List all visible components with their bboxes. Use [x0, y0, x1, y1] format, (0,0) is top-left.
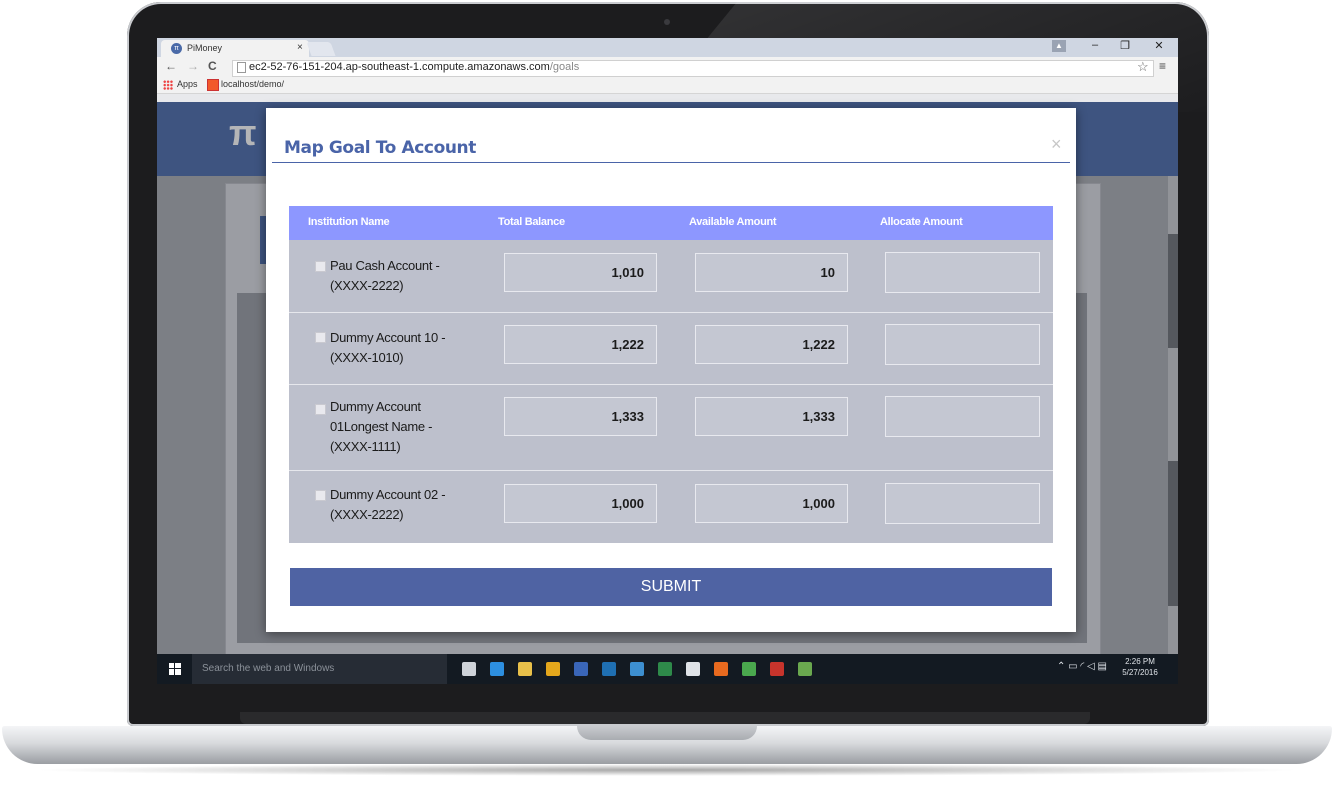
available-amount-field: 1,333	[695, 397, 848, 436]
browser-tab[interactable]: π PiMoney ×	[161, 40, 309, 57]
store-icon[interactable]	[686, 662, 700, 676]
available-amount-field: 1,222	[695, 325, 848, 364]
minimize-button[interactable]: –	[1085, 39, 1105, 51]
account-checkbox[interactable]	[315, 261, 326, 272]
table-row: Dummy Account 02 - (XXXX-2222) 1,000 1,0…	[289, 471, 1053, 543]
page-icon	[237, 62, 246, 73]
column-header-institution: Institution Name	[308, 216, 390, 228]
url-path: /goals	[549, 61, 580, 73]
taskbar-clock[interactable]: 2:26 PM 5/27/2016	[1119, 656, 1161, 678]
account-checkbox[interactable]	[315, 490, 326, 501]
total-balance-field: 1,333	[504, 397, 657, 436]
webcam	[664, 19, 670, 25]
tab-close-icon[interactable]: ×	[297, 42, 303, 53]
app-icon[interactable]	[742, 662, 756, 676]
table-header: Institution Name Total Balance Available…	[289, 206, 1053, 240]
bookmark-star-icon[interactable]: ☆	[1137, 59, 1149, 75]
url-input[interactable]: ec2-52-76-151-204.ap-southeast-1.compute…	[232, 60, 1154, 77]
profile-icon[interactable]: ▲	[1052, 40, 1066, 52]
bookmarks-bar: Apps localhost/demo/	[157, 77, 1178, 94]
laptop-notch	[577, 726, 757, 740]
app-icon[interactable]	[630, 662, 644, 676]
localhost-icon	[207, 79, 219, 91]
back-icon[interactable]: ←	[165, 59, 177, 73]
windows-start-icon[interactable]	[169, 663, 181, 675]
clock-date: 5/27/2016	[1122, 668, 1158, 677]
laptop-shadow	[30, 764, 1304, 776]
screen: π PiMoney × ▲ – ❐ ✕ ← → C ec2-52-76-151-…	[157, 38, 1178, 684]
clock-time: 2:26 PM	[1125, 657, 1155, 666]
windows-taskbar: Search the web and Windows ⌃ ▭ ◜ ◁ ▤ 2:2…	[157, 654, 1178, 684]
allocate-amount-input[interactable]	[885, 396, 1040, 437]
column-header-total-balance: Total Balance	[498, 216, 565, 228]
allocate-amount-input[interactable]	[885, 324, 1040, 365]
tab-bar: π PiMoney × ▲ – ❐ ✕	[157, 38, 1178, 57]
close-icon[interactable]: ×	[1051, 134, 1062, 155]
account-name: Dummy Account 02 - (XXXX-2222)	[330, 487, 446, 522]
title-divider	[272, 162, 1070, 163]
allocate-amount-input[interactable]	[885, 483, 1040, 524]
filezilla-icon[interactable]	[770, 662, 784, 676]
account-name: Dummy Account 10 - (XXXX-1010)	[330, 330, 446, 365]
account-name: Dummy Account 01Longest Name - (XXXX-111…	[330, 399, 433, 454]
submit-button[interactable]: SUBMIT	[290, 568, 1052, 606]
forward-icon[interactable]: →	[187, 59, 199, 73]
apps-grid-icon[interactable]	[163, 80, 173, 90]
file-explorer-icon[interactable]	[518, 662, 532, 676]
chrome-icon[interactable]	[546, 662, 560, 676]
total-balance-field: 1,222	[504, 325, 657, 364]
bookmark-apps[interactable]: Apps	[177, 79, 198, 89]
system-tray-icons[interactable]: ⌃ ▭ ◜ ◁ ▤	[1057, 661, 1107, 672]
restore-button[interactable]: ❐	[1115, 39, 1135, 52]
firefox-icon[interactable]	[714, 662, 728, 676]
column-header-allocate-amount: Allocate Amount	[880, 216, 963, 228]
available-amount-field: 1,000	[695, 484, 848, 523]
laptop-hinge	[240, 712, 1090, 724]
url-host: ec2-52-76-151-204.ap-southeast-1.compute…	[249, 61, 550, 73]
tab-title: PiMoney	[187, 43, 223, 53]
map-goal-modal: Map Goal To Account × Institution Name T…	[266, 108, 1076, 632]
available-amount-field: 10	[695, 253, 848, 292]
taskbar-search-input[interactable]: Search the web and Windows	[192, 654, 447, 684]
account-name: Pau Cash Account - (XXXX-2222)	[330, 258, 440, 293]
excel-icon[interactable]	[658, 662, 672, 676]
address-bar-row: ← → C ec2-52-76-151-204.ap-southeast-1.c…	[157, 57, 1178, 77]
new-tab-button[interactable]	[306, 42, 336, 56]
photoshop-icon[interactable]	[602, 662, 616, 676]
table-row: Dummy Account 01Longest Name - (XXXX-111…	[289, 385, 1053, 471]
account-checkbox[interactable]	[315, 404, 326, 415]
search-placeholder: Search the web and Windows	[202, 663, 335, 674]
app-icon[interactable]	[798, 662, 812, 676]
total-balance-field: 1,010	[504, 253, 657, 292]
accounts-table: Pau Cash Account - (XXXX-2222) 1,010 10 …	[289, 240, 1053, 543]
edge-icon[interactable]	[490, 662, 504, 676]
table-row: Pau Cash Account - (XXXX-2222) 1,010 10	[289, 240, 1053, 313]
pimoney-favicon-icon: π	[171, 43, 182, 54]
account-checkbox[interactable]	[315, 332, 326, 343]
column-header-available-amount: Available Amount	[689, 216, 777, 228]
table-row: Dummy Account 10 - (XXXX-1010) 1,222 1,2…	[289, 313, 1053, 385]
chrome-menu-icon[interactable]: ≡	[1159, 59, 1166, 73]
modal-title: Map Goal To Account	[284, 138, 476, 158]
reload-icon[interactable]: C	[208, 59, 217, 73]
close-window-button[interactable]: ✕	[1149, 39, 1169, 52]
app-icon[interactable]	[574, 662, 588, 676]
total-balance-field: 1,000	[504, 484, 657, 523]
allocate-amount-input[interactable]	[885, 252, 1040, 293]
task-view-icon[interactable]	[462, 662, 476, 676]
bookmark-localhost[interactable]: localhost/demo/	[221, 79, 284, 89]
